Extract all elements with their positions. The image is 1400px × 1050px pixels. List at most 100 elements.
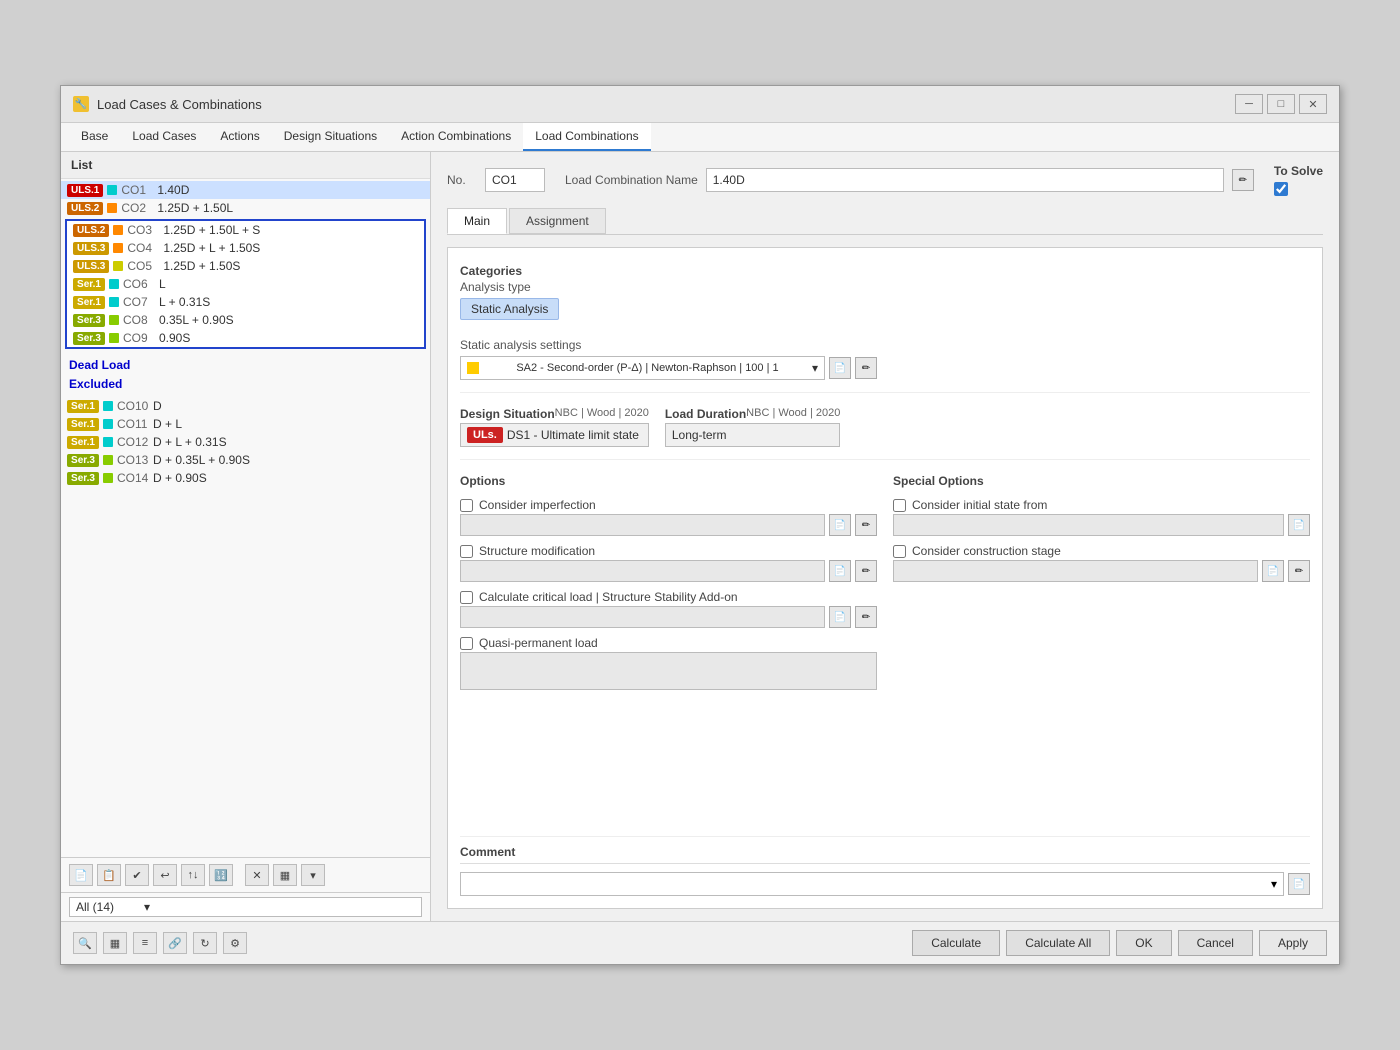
- options-row: Options Consider imperfection 📄: [460, 459, 1310, 824]
- dead-load-group: ULS.2 CO3 1.25D + 1.50L + S ULS.3 CO4 1.…: [65, 219, 426, 349]
- categories-two-col: Analysis type Static Analysis Static ana…: [460, 280, 1310, 380]
- list-item[interactable]: ULS.2 CO3 1.25D + 1.50L + S: [67, 221, 424, 239]
- title-bar: 🔧 Load Cases & Combinations ─ □ ✕: [61, 86, 1339, 123]
- option-initial-inputs: 📄: [893, 514, 1310, 536]
- co8-tag: Ser.3: [73, 314, 105, 327]
- imperfection-edit-btn[interactable]: ✏: [855, 514, 877, 536]
- quasi-permanent-checkbox[interactable]: [460, 637, 473, 650]
- list-item[interactable]: Ser.1 CO12 D + L + 0.31S: [61, 433, 430, 451]
- structure-mod-copy-btn[interactable]: 📄: [829, 560, 851, 582]
- check-button[interactable]: ✔: [125, 864, 149, 886]
- ok-button[interactable]: OK: [1116, 930, 1171, 956]
- grid-button[interactable]: ▦: [273, 864, 297, 886]
- list-item[interactable]: ULS.3 CO4 1.25D + L + 1.50S: [67, 239, 424, 257]
- edit-name-button[interactable]: ✏: [1232, 169, 1254, 191]
- calculate-button[interactable]: Calculate: [912, 930, 1000, 956]
- more-button[interactable]: ▾: [301, 864, 325, 886]
- sort-button[interactable]: 🔢: [209, 864, 233, 886]
- move-up-button[interactable]: ↑↓: [181, 864, 205, 886]
- list-item[interactable]: ULS.1 CO1 1.40D: [61, 181, 430, 199]
- co4-label: CO4: [127, 241, 159, 255]
- initial-state-copy-btn[interactable]: 📄: [1288, 514, 1310, 536]
- copy-button[interactable]: 📋: [97, 864, 121, 886]
- new-button[interactable]: 📄: [69, 864, 93, 886]
- list-item[interactable]: Ser.3 CO14 D + 0.90S: [61, 469, 430, 487]
- sa-dot: [467, 362, 479, 374]
- uncheck-button[interactable]: ↩: [153, 864, 177, 886]
- list-item[interactable]: Ser.1 CO11 D + L: [61, 415, 430, 433]
- critical-edit-btn[interactable]: ✏: [855, 606, 877, 628]
- group-region: ULS.2 CO3 1.25D + 1.50L + S ULS.3 CO4 1.…: [61, 219, 430, 397]
- static-settings-row: Static analysis settings SA2 - Second-or…: [460, 338, 877, 380]
- construction-edit-btn[interactable]: ✏: [1288, 560, 1310, 582]
- comment-input[interactable]: ▾: [460, 872, 1284, 896]
- list-item[interactable]: ULS.2 CO2 1.25D + 1.50L: [61, 199, 430, 217]
- static-settings-dropdown[interactable]: SA2 - Second-order (P-Δ) | Newton-Raphso…: [460, 356, 825, 380]
- sa-edit-button[interactable]: ✏: [855, 357, 877, 379]
- name-input[interactable]: [706, 168, 1224, 192]
- co10-tag: Ser.1: [67, 400, 99, 413]
- list-item[interactable]: Ser.3 CO13 D + 0.35L + 0.90S: [61, 451, 430, 469]
- settings-button[interactable]: ⚙: [223, 932, 247, 954]
- construction-stage-checkbox[interactable]: [893, 545, 906, 558]
- design-situation-row: Design Situation NBC | Wood | 2020 ULs. …: [460, 392, 1310, 447]
- cancel-button[interactable]: Cancel: [1178, 930, 1253, 956]
- list-item[interactable]: Ser.3 CO9 0.90S: [67, 329, 424, 347]
- list-item[interactable]: ULS.3 CO5 1.25D + 1.50S: [67, 257, 424, 275]
- apply-button[interactable]: Apply: [1259, 930, 1327, 956]
- comment-copy-btn[interactable]: 📄: [1288, 873, 1310, 895]
- tab-assignment[interactable]: Assignment: [509, 208, 606, 234]
- delete-button[interactable]: ✕: [245, 864, 269, 886]
- search-button[interactable]: 🔍: [73, 932, 97, 954]
- list-view-button[interactable]: ≡: [133, 932, 157, 954]
- structure-mod-edit-btn[interactable]: ✏: [855, 560, 877, 582]
- co13-dot: [103, 455, 113, 465]
- co2-formula: 1.25D + 1.50L: [157, 201, 424, 215]
- structure-mod-checkbox[interactable]: [460, 545, 473, 558]
- critical-load-label: Calculate critical load | Structure Stab…: [479, 590, 738, 604]
- list-item[interactable]: Ser.1 CO6 L: [67, 275, 424, 293]
- to-solve-checkbox[interactable]: [1274, 182, 1288, 196]
- imperfection-copy-btn[interactable]: 📄: [829, 514, 851, 536]
- option-critical-check: Calculate critical load | Structure Stab…: [460, 590, 877, 604]
- menu-design-situations[interactable]: Design Situations: [272, 123, 389, 151]
- static-settings-dropdown-row: SA2 - Second-order (P-Δ) | Newton-Raphso…: [460, 356, 877, 380]
- close-button[interactable]: ✕: [1299, 94, 1327, 114]
- all-dropdown-label: All (14): [76, 900, 114, 914]
- co14-dot: [103, 473, 113, 483]
- list-item[interactable]: Ser.3 CO8 0.35L + 0.90S: [67, 311, 424, 329]
- imperfection-checkbox[interactable]: [460, 499, 473, 512]
- left-panel: List ULS.1 CO1 1.40D ULS.2 CO2 1.25D + 1…: [61, 152, 431, 921]
- tab-main[interactable]: Main: [447, 208, 507, 234]
- co2-label: CO2: [121, 201, 153, 215]
- construction-copy-btn[interactable]: 📄: [1262, 560, 1284, 582]
- list-item[interactable]: Ser.1 CO10 D: [61, 397, 430, 415]
- analysis-type-row: Analysis type Static Analysis: [460, 280, 877, 320]
- critical-copy-btn[interactable]: 📄: [829, 606, 851, 628]
- menu-base[interactable]: Base: [69, 123, 120, 151]
- co4-tag: ULS.3: [73, 242, 109, 255]
- co1-formula: 1.40D: [157, 183, 424, 197]
- no-input[interactable]: [485, 168, 545, 192]
- list-item[interactable]: Ser.1 CO7 L + 0.31S: [67, 293, 424, 311]
- menu-load-combinations[interactable]: Load Combinations: [523, 123, 650, 151]
- critical-load-checkbox[interactable]: [460, 591, 473, 604]
- menu-actions[interactable]: Actions: [208, 123, 271, 151]
- co7-label: CO7: [123, 295, 155, 309]
- option-structure-mod-check: Structure modification: [460, 544, 877, 558]
- refresh-button[interactable]: ↻: [193, 932, 217, 954]
- sa-copy-button[interactable]: 📄: [829, 357, 851, 379]
- maximize-button[interactable]: □: [1267, 94, 1295, 114]
- all-dropdown[interactable]: All (14) ▾: [69, 897, 422, 917]
- structure-mod-input: [460, 560, 825, 582]
- menu-action-combinations[interactable]: Action Combinations: [389, 123, 523, 151]
- grid-view-button[interactable]: ▦: [103, 932, 127, 954]
- minimize-button[interactable]: ─: [1235, 94, 1263, 114]
- co11-dot: [103, 419, 113, 429]
- co13-label: CO13: [117, 453, 149, 467]
- initial-state-checkbox[interactable]: [893, 499, 906, 512]
- link-button[interactable]: 🔗: [163, 932, 187, 954]
- menu-load-cases[interactable]: Load Cases: [120, 123, 208, 151]
- calculate-all-button[interactable]: Calculate All: [1006, 930, 1110, 956]
- co1-dot: [107, 185, 117, 195]
